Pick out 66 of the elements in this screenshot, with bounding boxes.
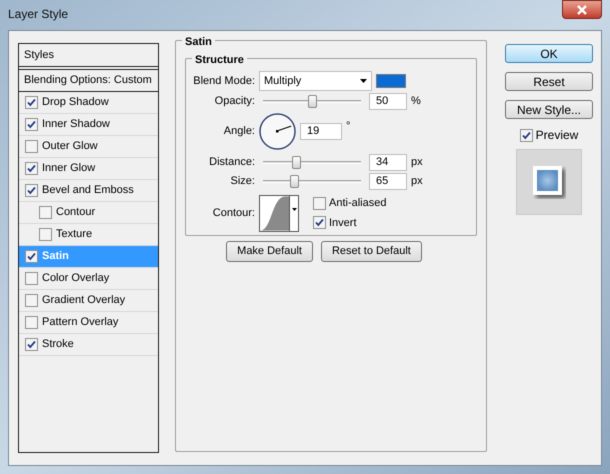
list-item[interactable]: Blending Options: Custom bbox=[19, 69, 158, 92]
list-header: Styles bbox=[19, 44, 158, 67]
checkbox[interactable] bbox=[25, 140, 38, 153]
unit-label: px bbox=[411, 154, 423, 170]
checkbox[interactable] bbox=[25, 294, 38, 307]
checkbox[interactable] bbox=[25, 316, 38, 329]
checkbox[interactable] bbox=[25, 272, 38, 285]
checked-checkbox[interactable] bbox=[25, 250, 38, 263]
close-button[interactable] bbox=[562, 0, 602, 19]
color-swatch[interactable] bbox=[376, 74, 406, 88]
unit-label: ° bbox=[346, 119, 350, 134]
dropdown-value: Multiply bbox=[264, 74, 302, 89]
slider[interactable] bbox=[263, 174, 361, 188]
blend-mode-dropdown[interactable]: Multiply bbox=[259, 71, 372, 91]
checked-checkbox[interactable] bbox=[25, 184, 38, 197]
list-item[interactable]: Drop Shadow bbox=[19, 92, 158, 114]
list-item[interactable]: Color Overlay bbox=[19, 268, 158, 290]
button[interactable]: Reset to Default bbox=[320, 241, 422, 262]
number-field[interactable]: 50 bbox=[369, 92, 407, 110]
unit-label: px bbox=[411, 174, 423, 189]
button[interactable]: Reset bbox=[505, 72, 593, 91]
unit-label: % bbox=[411, 94, 421, 109]
field-label: Opacity: bbox=[214, 94, 256, 109]
checkbox[interactable] bbox=[313, 196, 326, 210]
slider-thumb[interactable] bbox=[308, 94, 317, 108]
curve-icon bbox=[260, 196, 290, 230]
number-field[interactable]: 34 bbox=[369, 154, 407, 170]
window-title: Layer Style bbox=[8, 6, 68, 23]
caret-icon bbox=[360, 79, 367, 83]
button[interactable]: OK bbox=[505, 44, 593, 63]
list-item[interactable]: Gradient Overlay bbox=[19, 290, 158, 312]
checkbox-label: Preview bbox=[536, 127, 578, 144]
checkbox[interactable] bbox=[39, 228, 52, 241]
angle-dial[interactable] bbox=[259, 112, 296, 150]
field-label: Size: bbox=[230, 174, 256, 189]
button[interactable]: New Style... bbox=[505, 100, 593, 119]
field-label: Angle: bbox=[222, 124, 256, 139]
slider-thumb[interactable] bbox=[292, 156, 302, 168]
slider[interactable] bbox=[263, 156, 361, 168]
slider[interactable] bbox=[263, 94, 361, 108]
caret-icon bbox=[292, 208, 297, 212]
list-item[interactable]: Stroke bbox=[19, 334, 158, 356]
list-item[interactable]: Inner Glow bbox=[19, 158, 158, 180]
button[interactable]: Make Default bbox=[226, 241, 313, 262]
list-item[interactable]: Inner Shadow bbox=[19, 114, 158, 136]
checked-checkbox[interactable] bbox=[25, 338, 38, 351]
checked-checkbox[interactable] bbox=[25, 162, 38, 175]
list-item[interactable]: Contour bbox=[19, 202, 158, 224]
list-item[interactable]: Outer Glow bbox=[19, 136, 158, 158]
checked-checkbox[interactable] bbox=[25, 118, 38, 131]
number-field[interactable]: 65 bbox=[369, 172, 407, 190]
field-label: Blend Mode: bbox=[192, 74, 256, 89]
checkbox-label: Anti-aliased bbox=[329, 196, 386, 211]
field-label: Distance: bbox=[208, 154, 256, 170]
number-field[interactable]: 19 bbox=[300, 122, 342, 140]
list-item[interactable]: Bevel and Emboss bbox=[19, 180, 158, 202]
contour-picker[interactable] bbox=[259, 194, 299, 232]
list-item[interactable]: Pattern Overlay bbox=[19, 312, 158, 334]
checked-checkbox[interactable] bbox=[313, 216, 326, 230]
checked-checkbox[interactable] bbox=[520, 128, 533, 142]
field-label: Contour: bbox=[212, 206, 256, 221]
checked-checkbox[interactable] bbox=[25, 96, 38, 109]
slider-thumb[interactable] bbox=[290, 174, 300, 188]
checkbox-label: Invert bbox=[329, 216, 357, 230]
close-icon bbox=[576, 4, 588, 14]
checkbox[interactable] bbox=[39, 206, 52, 219]
